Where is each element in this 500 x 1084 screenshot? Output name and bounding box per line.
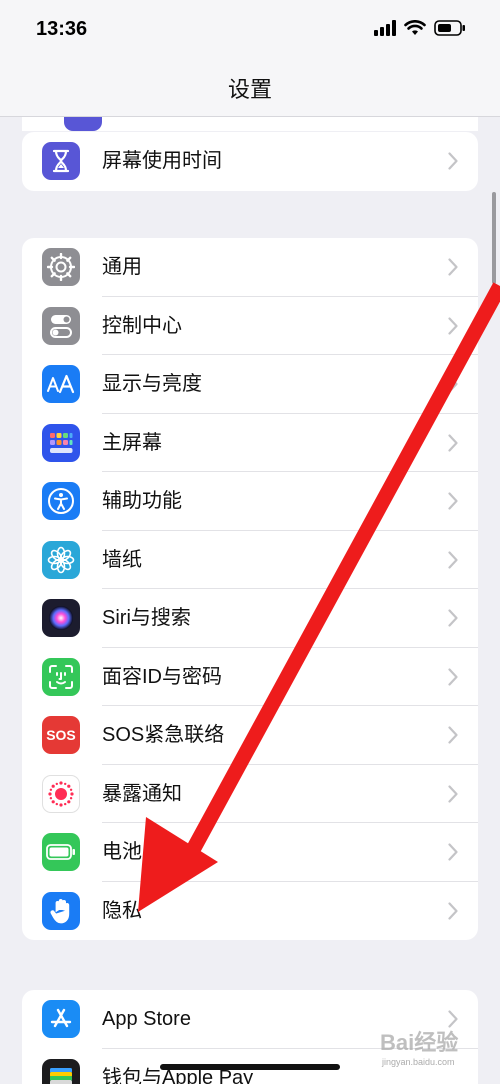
annotation-arrow (138, 282, 500, 912)
watermark-url: jingyan.baidu.com (382, 1057, 455, 1067)
watermark-text: Bai经验 (380, 1030, 459, 1055)
baidu-watermark: Bai经验 jingyan.baidu.com (380, 1025, 495, 1080)
home-indicator[interactable] (160, 1064, 340, 1070)
